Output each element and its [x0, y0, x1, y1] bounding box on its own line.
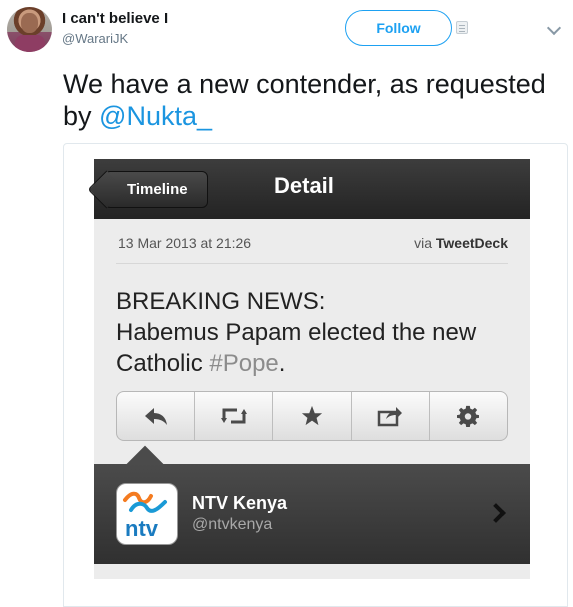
tweet-media[interactable]: Timeline Detail 13 Mar 2013 at 21:26 via…	[63, 143, 568, 607]
via-prefix: via	[414, 235, 436, 251]
tweet-text: We have a new contender, as requested by…	[63, 68, 563, 132]
svg-text:ntv: ntv	[125, 516, 159, 541]
body-line-3-suffix: .	[278, 350, 286, 377]
share-icon	[377, 407, 403, 427]
action-bar	[116, 391, 508, 441]
embedded-user-name: NTV Kenya	[192, 493, 288, 513]
favorite-icon	[301, 405, 323, 426]
reply-icon	[144, 408, 167, 425]
mention-link[interactable]: @Nukta_	[99, 101, 212, 131]
retweet-icon	[220, 408, 247, 424]
card-icon	[456, 21, 468, 34]
detail-title: Detail	[274, 173, 334, 198]
reply-action	[117, 392, 196, 440]
chevron-down-icon[interactable]	[546, 20, 562, 36]
avatar-shirt	[15, 35, 45, 52]
body-line-1: BREAKING NEWS:	[116, 288, 326, 315]
ntv-logo: ntv	[116, 483, 178, 545]
display-name[interactable]: I can't believe I	[62, 10, 168, 27]
tweet-date: 13 Mar 2013 at 21:26	[118, 235, 252, 251]
avatar[interactable]	[7, 7, 52, 52]
via-client: via TweetDeck	[414, 235, 508, 251]
divider	[116, 263, 508, 264]
settings-icon	[457, 405, 480, 427]
avatar-face	[21, 13, 38, 33]
app-screenshot: Timeline Detail 13 Mar 2013 at 21:26 via…	[94, 159, 530, 579]
settings-action	[430, 392, 507, 440]
hashtag: #Pope	[209, 350, 279, 377]
favorite-action	[273, 392, 352, 440]
user-handle[interactable]: @WarariJK	[62, 31, 128, 46]
embedded-user-handle: @ntvkenya	[192, 516, 273, 533]
share-action	[352, 392, 430, 440]
via-app: TweetDeck	[435, 235, 508, 251]
body-line-3: Catholic #Pope.	[116, 348, 516, 379]
retweet-action	[195, 392, 274, 440]
app-navbar: Timeline Detail	[94, 159, 530, 219]
embedded-tweet-body: BREAKING NEWS: Habemus Papam elected the…	[116, 286, 516, 379]
follow-button[interactable]: Follow	[345, 10, 452, 46]
timeline-back-button: Timeline	[104, 171, 208, 208]
body-line-2: Habemus Papam elected the new	[116, 319, 477, 346]
body-line-3-prefix: Catholic	[116, 350, 210, 377]
